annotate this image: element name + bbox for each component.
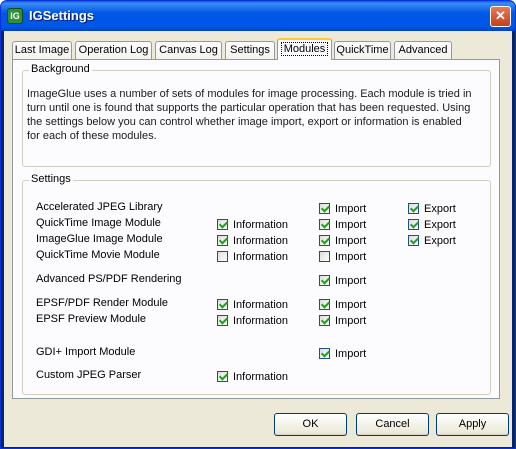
checkbox-box: [319, 348, 330, 359]
module-label: EPSF/PDF Render Module: [36, 297, 169, 309]
export-checkbox[interactable]: Export: [408, 234, 456, 247]
information-checkbox[interactable]: Information: [217, 298, 288, 311]
checkbox-box: [319, 315, 330, 326]
import-checkbox[interactable]: Import: [319, 218, 366, 231]
checkbox-box: [319, 235, 330, 246]
import-checkbox[interactable]: Import: [319, 314, 366, 327]
dialog-client-area: Last Image Operation Log Canvas Log Sett…: [4, 31, 512, 447]
import-checkbox[interactable]: Import: [319, 347, 366, 360]
tab-settings[interactable]: Settings: [225, 41, 275, 59]
checkbox-box: [319, 299, 330, 310]
checkbox-box: [408, 219, 419, 230]
tab-last-image[interactable]: Last Image: [12, 41, 72, 59]
ok-button[interactable]: OK: [274, 413, 347, 436]
background-description: ImageGlue uses a number of sets of modul…: [27, 88, 472, 142]
checkbox-box: [319, 251, 330, 262]
import-checkbox[interactable]: Import: [319, 202, 366, 215]
checkbox-box: [319, 219, 330, 230]
information-checkbox[interactable]: Information: [217, 234, 288, 247]
tab-advanced[interactable]: Advanced: [394, 41, 452, 59]
settings-group: Settings Accelerated JPEG Library Import…: [22, 173, 491, 395]
background-group-title: Background: [29, 63, 92, 75]
window-title: IGSettings: [29, 8, 95, 23]
information-checkbox[interactable]: Information: [217, 250, 288, 263]
export-checkbox[interactable]: Export: [408, 202, 456, 215]
title-bar[interactable]: IG IGSettings ✕: [1, 1, 515, 31]
checkbox-box: [217, 219, 228, 230]
checkbox-box: [217, 251, 228, 262]
information-checkbox[interactable]: Information: [217, 370, 288, 383]
checkbox-box: [319, 203, 330, 214]
import-checkbox[interactable]: Import: [319, 274, 366, 287]
tab-modules-label: Modules: [280, 42, 329, 56]
checkbox-box: [217, 371, 228, 382]
module-label: ImageGlue Image Module: [36, 233, 163, 245]
checkbox-box: [217, 235, 228, 246]
checkbox-box: [319, 275, 330, 286]
export-checkbox[interactable]: Export: [408, 218, 456, 231]
close-button[interactable]: ✕: [490, 6, 511, 27]
background-group: Background ImageGlue uses a number of se…: [22, 63, 491, 167]
module-label: GDI+ Import Module: [36, 346, 136, 358]
checkbox-box: [217, 315, 228, 326]
modules-tab-page: Background ImageGlue uses a number of se…: [12, 59, 500, 399]
module-label: QuickTime Movie Module: [36, 249, 160, 261]
module-label: Custom JPEG Parser: [36, 369, 142, 381]
module-label: Advanced PS/PDF Rendering: [36, 273, 182, 285]
module-label: QuickTime Image Module: [36, 217, 161, 229]
information-checkbox[interactable]: Information: [217, 314, 288, 327]
checkbox-box: [408, 235, 419, 246]
tab-modules[interactable]: Modules: [277, 38, 332, 60]
import-checkbox[interactable]: Import: [319, 250, 366, 263]
cancel-button[interactable]: Cancel: [356, 413, 429, 436]
settings-group-title: Settings: [29, 173, 73, 185]
information-checkbox[interactable]: Information: [217, 218, 288, 231]
tab-quicktime[interactable]: QuickTime: [334, 41, 391, 59]
app-icon: IG: [7, 8, 23, 24]
igsettings-window: IG IGSettings ✕ Last Image Operation Log…: [0, 0, 516, 449]
import-checkbox[interactable]: Import: [319, 298, 366, 311]
tab-operation-log[interactable]: Operation Log: [75, 41, 152, 59]
module-label: EPSF Preview Module: [36, 313, 147, 325]
apply-button[interactable]: Apply: [436, 413, 509, 436]
import-checkbox[interactable]: Import: [319, 234, 366, 247]
module-label: Accelerated JPEG Library: [36, 201, 163, 213]
checkbox-box: [408, 203, 419, 214]
tab-canvas-log[interactable]: Canvas Log: [155, 41, 222, 59]
checkbox-box: [217, 299, 228, 310]
